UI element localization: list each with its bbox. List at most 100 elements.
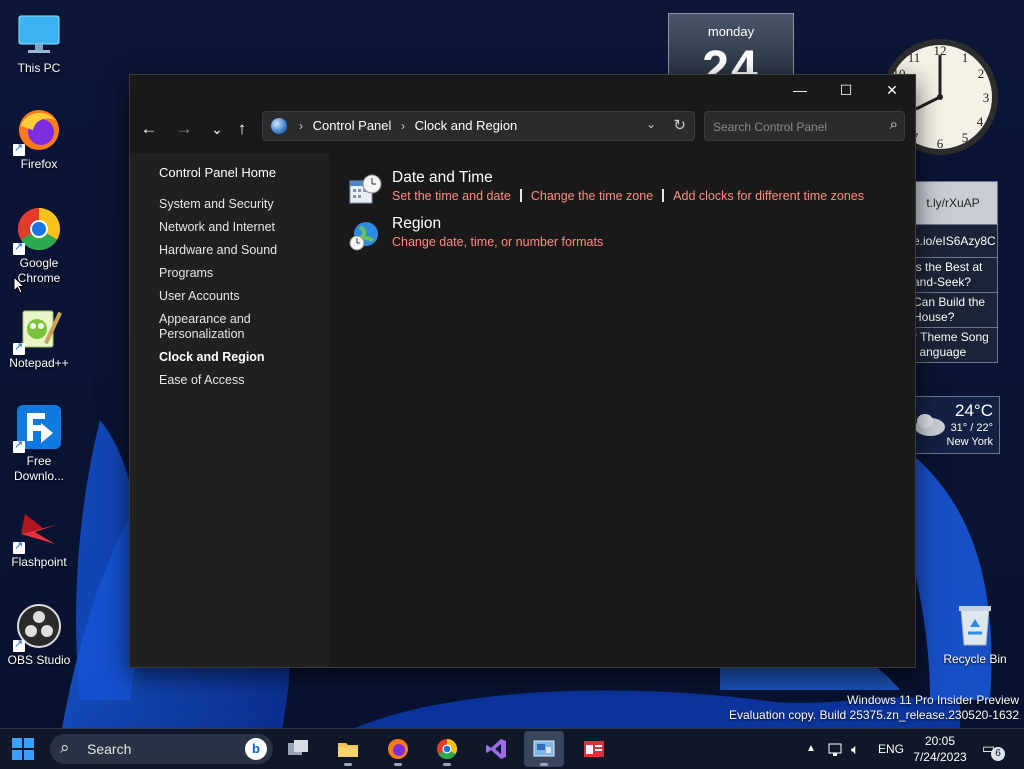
address-bar[interactable]: › Control Panel › Clock and Region ⌄ ↻ xyxy=(262,111,695,141)
task-link-set-time-and-date[interactable]: Set the time and date xyxy=(392,189,511,203)
title-bar[interactable]: — ☐ ✕ xyxy=(130,75,915,107)
shortcut-arrow-icon xyxy=(13,438,25,453)
sidebar-home-link[interactable]: Control Panel Home xyxy=(159,165,276,180)
bing-icon[interactable]: b xyxy=(245,738,267,760)
svg-text:6: 6 xyxy=(937,136,944,151)
calendar-day: monday xyxy=(707,24,755,39)
taskbar-visual-studio[interactable] xyxy=(476,731,516,767)
taskbar-firefox[interactable] xyxy=(378,731,418,767)
globe-clock-icon[interactable] xyxy=(348,219,382,253)
watermark-edition: Windows 11 Pro Insider Preview xyxy=(847,693,1019,707)
minimize-button[interactable]: — xyxy=(777,75,823,105)
calendar-clock-icon[interactable] xyxy=(348,173,382,207)
news-icon xyxy=(584,741,604,757)
task-link-change-formats[interactable]: Change date, time, or number formats xyxy=(392,235,603,249)
sidebar-item-clock-and-region[interactable]: Clock and Region xyxy=(159,350,324,365)
firefox-icon xyxy=(13,106,63,156)
desktop-icon-firefox[interactable]: Firefox xyxy=(1,106,77,172)
divider xyxy=(662,189,665,202)
sidebar-item-user-accounts[interactable]: User Accounts xyxy=(159,289,324,304)
feed-item[interactable]: Can Build the House? xyxy=(908,293,998,328)
sidebar-item-appearance-and-personalization[interactable]: Appearance and Personalization xyxy=(159,312,269,342)
search-box[interactable]: ⌕ xyxy=(704,111,905,141)
sidebar-category-list: System and Security Network and Internet… xyxy=(159,197,324,396)
maximize-button[interactable]: ☐ xyxy=(823,75,869,105)
task-link-add-clocks[interactable]: Add clocks for different time zones xyxy=(673,189,864,203)
desktop-icon-notepad-plus-plus[interactable]: Notepad++ xyxy=(1,305,77,371)
chevron-right-icon: › xyxy=(299,119,303,133)
feed-item[interactable]: t.ly/rXuAP xyxy=(908,181,998,225)
clock-date: 7/24/2023 xyxy=(913,750,967,764)
volume-icon[interactable]: 🔈︎ xyxy=(851,729,859,769)
breadcrumb: › Control Panel › Clock and Region xyxy=(293,118,517,133)
taskbar-chrome[interactable] xyxy=(427,731,467,767)
network-icon[interactable] xyxy=(828,729,844,769)
back-button[interactable]: ← xyxy=(135,115,163,143)
desktop-icon-this-pc[interactable]: This PC xyxy=(1,10,77,76)
chevron-right-icon: › xyxy=(401,119,406,133)
desktop-icon-google-chrome[interactable]: Google Chrome xyxy=(1,205,77,286)
feed-item[interactable]: ls the Best at and-Seek? xyxy=(908,258,998,293)
chrome-icon xyxy=(437,738,458,760)
weather-gadget[interactable]: 24°C 31° / 22° New York xyxy=(908,396,1000,454)
breadcrumb-control-panel[interactable]: Control Panel xyxy=(313,118,392,133)
desktop-icon-obs-studio[interactable]: OBS Studio xyxy=(1,602,77,668)
calendar-gadget[interactable]: monday 24 xyxy=(668,13,794,77)
svg-text:4: 4 xyxy=(977,114,984,129)
taskbar-search-box[interactable]: ⌕ Search b xyxy=(50,734,273,764)
refresh-icon[interactable]: ↻ xyxy=(673,116,686,134)
category-title[interactable]: Region xyxy=(392,215,441,233)
up-button[interactable]: ↑ xyxy=(228,115,256,143)
taskbar-clock[interactable]: 20:05 7/24/2023 xyxy=(900,733,980,765)
taskbar-file-explorer[interactable] xyxy=(328,731,368,767)
news-feed-gadget[interactable]: t.ly/rXuAP e.io/eIS6Azy8C ls the Best at… xyxy=(908,181,998,363)
taskbar-news[interactable] xyxy=(574,731,614,767)
shortcut-arrow-icon xyxy=(13,637,25,652)
breadcrumb-clock-and-region[interactable]: Clock and Region xyxy=(415,118,518,133)
taskbar-control-panel[interactable] xyxy=(524,731,564,767)
desktop-icon-label: This PC xyxy=(17,61,61,75)
firefox-icon xyxy=(388,739,408,759)
recycle-bin-icon xyxy=(951,601,999,649)
sidebar-item-system-and-security[interactable]: System and Security xyxy=(159,197,324,212)
desktop-icon-recycle-bin[interactable]: Recycle Bin xyxy=(937,601,1013,667)
feed-item[interactable]: r Theme Song | anguage xyxy=(908,328,998,363)
chevron-down-icon[interactable]: ⌄ xyxy=(646,117,656,131)
forward-button[interactable]: → xyxy=(170,115,198,143)
sidebar-item-network-and-internet[interactable]: Network and Internet xyxy=(159,220,324,235)
visual-studio-icon xyxy=(486,739,506,759)
show-hidden-icons-button[interactable]: ▲ xyxy=(806,729,816,769)
watermark-build: Evaluation copy. Build 25375.zn_release.… xyxy=(729,708,1019,722)
desktop-icon-label: Notepad++ xyxy=(9,356,69,370)
search-icon: ⌕ xyxy=(60,738,70,757)
search-icon[interactable]: ⌕ xyxy=(890,116,898,133)
svg-text:5: 5 xyxy=(962,130,969,145)
desktop-icon-label: Recycle Bin xyxy=(943,652,1007,666)
start-button[interactable] xyxy=(12,738,34,760)
category-title[interactable]: Date and Time xyxy=(392,169,493,187)
desktop-icon-label: Flashpoint xyxy=(11,555,67,569)
evaluation-watermark: Windows 11 Pro Insider Preview Evaluatio… xyxy=(729,693,1019,723)
sidebar-item-ease-of-access[interactable]: Ease of Access xyxy=(159,373,324,388)
task-link-change-time-zone[interactable]: Change the time zone xyxy=(531,189,653,203)
cloud-icon xyxy=(915,414,945,436)
control-panel-sidebar: Control Panel Home System and Security N… xyxy=(130,153,329,667)
taskbar-task-view[interactable] xyxy=(278,731,318,767)
divider xyxy=(519,189,522,202)
category-task-links: Set the time and date Change the time zon… xyxy=(392,189,864,203)
desktop-icon-free-download-manager[interactable]: Free Downlo... xyxy=(1,403,77,484)
folder-icon xyxy=(338,743,358,757)
desktop-icon-label: Firefox xyxy=(20,157,58,171)
notifications-button[interactable]: ▭ 6 xyxy=(982,740,1005,761)
feed-item[interactable]: e.io/eIS6Azy8C xyxy=(908,225,998,258)
control-panel-icon xyxy=(533,740,555,757)
recent-locations-button[interactable]: ⌄ xyxy=(203,115,231,143)
sidebar-item-hardware-and-sound[interactable]: Hardware and Sound xyxy=(159,243,324,258)
close-button[interactable]: ✕ xyxy=(869,75,915,105)
windows-logo-icon xyxy=(12,738,34,760)
svg-text:2: 2 xyxy=(978,66,985,81)
search-input[interactable] xyxy=(711,116,875,138)
shortcut-arrow-icon xyxy=(13,240,25,255)
desktop-icon-flashpoint[interactable]: Flashpoint xyxy=(1,504,77,570)
sidebar-item-programs[interactable]: Programs xyxy=(159,266,324,281)
